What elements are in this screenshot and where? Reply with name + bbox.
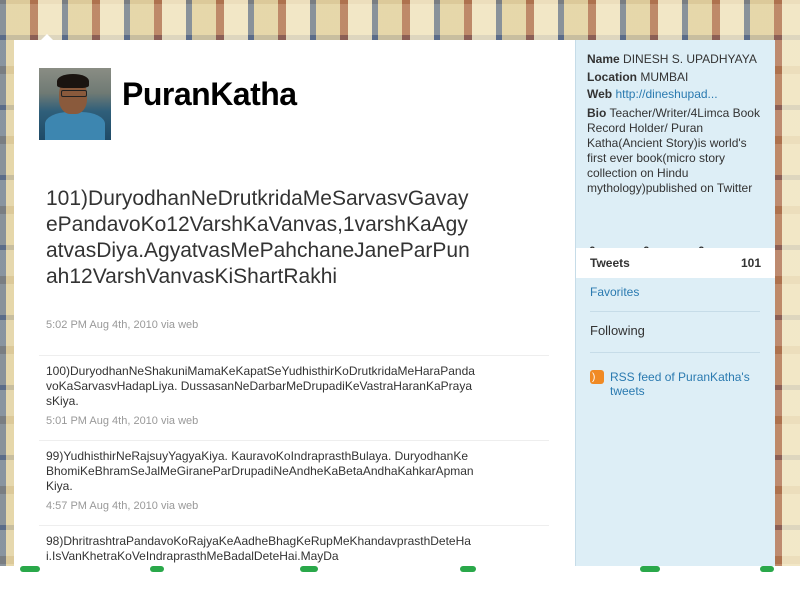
avatar-glasses [61, 90, 87, 97]
decor-stroke [640, 566, 660, 572]
decor-stroke [20, 566, 40, 572]
profile-web: Web http://dineshupad... [587, 87, 769, 102]
tweets-label: Tweets [590, 256, 630, 270]
location-value: MUMBAI [640, 70, 689, 84]
tweets-count: 101 [740, 256, 761, 270]
following-heading: Following [590, 323, 645, 338]
divider [590, 352, 760, 353]
page-footer [0, 566, 800, 600]
rss-icon: ) [590, 370, 604, 384]
avatar-shirt [45, 112, 105, 140]
divider [590, 311, 760, 312]
list-item: 98)DhritrashtraPandavoKoRajyaKeAadheBhag… [39, 525, 549, 564]
favorites-link[interactable]: Favorites [590, 285, 639, 299]
decor-stroke [760, 566, 774, 572]
avatar[interactable] [39, 68, 111, 140]
tweet-meta[interactable]: 5:01 PM Aug 4th, 2010 via web [46, 415, 549, 427]
name-label: Name [587, 52, 620, 66]
decor-stroke [300, 566, 318, 572]
tweet-text: 99)YudhisthirNeRajsuyYagyaKiya. KauravoK… [46, 449, 474, 493]
decor-stroke [150, 566, 164, 572]
tweet-meta[interactable]: 4:57 PM Aug 4th, 2010 via web [46, 500, 549, 512]
tweets-nav-item[interactable]: Tweets 101 [576, 248, 775, 278]
profile-location: Location MUMBAI [587, 70, 769, 85]
bio-label: Bio [587, 106, 607, 120]
tweet-text: 98)DhritrashtraPandavoKoRajyaKeAadheBhag… [46, 534, 471, 563]
rss-label[interactable]: RSS feed of PuranKatha's tweets [610, 370, 760, 398]
timeline-panel: PuranKatha 101)DuryodhanNeDrutkridaMeSar… [14, 40, 575, 566]
decor-stroke [460, 566, 476, 572]
latest-tweet-text: 101)DuryodhanNeDrutkridaMeSarvasvGavayeP… [46, 187, 470, 288]
profile-username: PuranKatha [122, 76, 297, 112]
location-label: Location [587, 70, 637, 84]
bio-value: Teacher/Writer/4Limca Book Record Holder… [587, 106, 760, 195]
profile-name: Name DINESH S. UPADHYAYA [587, 52, 769, 67]
profile-sidebar: Name DINESH S. UPADHYAYA Location MUMBAI… [575, 40, 775, 566]
web-link[interactable]: http://dineshupad... [615, 87, 717, 101]
latest-tweet-meta[interactable]: 5:02 PM Aug 4th, 2010 via web [46, 319, 198, 331]
web-label: Web [587, 87, 613, 101]
tweet-text: 100)DuryodhanNeShakuniMamaKeKapatSeYudhi… [46, 364, 475, 408]
profile-bio: Bio Teacher/Writer/4Limca Book Record Ho… [587, 106, 769, 196]
list-item: 99)YudhisthirNeRajsuyYagyaKiya. KauravoK… [39, 440, 549, 512]
name-value: DINESH S. UPADHYAYA [623, 52, 757, 66]
list-item: 100)DuryodhanNeShakuniMamaKeKapatSeYudhi… [39, 355, 549, 427]
avatar-hair [57, 74, 89, 88]
rss-feed-link[interactable]: ) RSS feed of PuranKatha's tweets [590, 370, 760, 398]
